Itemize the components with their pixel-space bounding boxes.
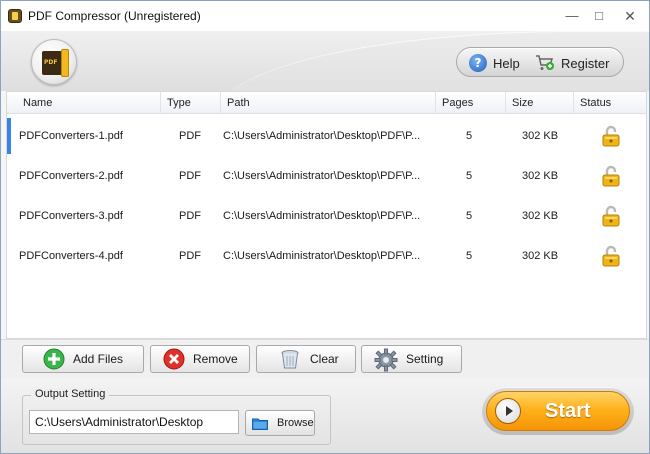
register-label: Register xyxy=(561,55,610,71)
trash-icon xyxy=(279,348,301,370)
start-label: Start xyxy=(545,399,591,422)
start-button[interactable]: Start xyxy=(486,391,630,431)
help-icon: ? xyxy=(469,54,487,72)
column-header-type[interactable]: Type xyxy=(160,92,220,114)
folder-icon xyxy=(252,417,268,430)
column-header-path[interactable]: Path xyxy=(220,92,433,114)
help-button[interactable]: ? Help xyxy=(469,52,520,74)
clamp-icon xyxy=(61,49,69,77)
window-title: PDF Compressor (Unregistered) xyxy=(28,9,201,23)
register-button[interactable]: Register xyxy=(535,52,609,74)
table-row[interactable]: PDFConverters-3.pdf PDF C:\Users\Adminis… xyxy=(7,196,646,236)
setting-label: Setting xyxy=(406,352,444,366)
cell-size: 302 KB xyxy=(522,130,559,142)
action-toolbar: Add Files Remove Clear Setting xyxy=(1,339,649,379)
cell-path: C:\Users\Administrator\Desktop\PDF\P... xyxy=(223,210,421,222)
table-row[interactable]: PDFConverters-2.pdf PDF C:\Users\Adminis… xyxy=(7,156,646,196)
app-window: PDF Compressor (Unregistered) — □ ✕ ? He… xyxy=(0,0,650,454)
column-header-size[interactable]: Size xyxy=(505,92,573,114)
minimize-button[interactable]: — xyxy=(560,7,584,25)
app-logo xyxy=(31,39,77,85)
cart-add-icon xyxy=(535,54,555,72)
cell-path: C:\Users\Administrator\Desktop\PDF\P... xyxy=(223,170,421,182)
cell-type: PDF xyxy=(179,210,201,222)
cell-size: 302 KB xyxy=(522,250,559,262)
cell-pages: 5 xyxy=(466,210,473,222)
add-files-button[interactable]: Add Files xyxy=(22,345,144,373)
help-label: Help xyxy=(493,55,520,71)
clear-button[interactable]: Clear xyxy=(256,345,356,373)
remove-icon xyxy=(163,348,185,370)
maximize-button[interactable]: □ xyxy=(587,7,611,25)
column-header-pages[interactable]: Pages xyxy=(435,92,505,114)
browse-button[interactable]: Browse xyxy=(245,410,315,436)
remove-button[interactable]: Remove xyxy=(150,345,250,373)
cell-type: PDF xyxy=(179,170,201,182)
unlocked-icon xyxy=(602,165,620,187)
clear-label: Clear xyxy=(310,352,339,366)
unlocked-icon xyxy=(602,125,620,147)
cell-type: PDF xyxy=(179,130,201,142)
cell-pages: 5 xyxy=(466,250,473,262)
output-setting-title: Output Setting xyxy=(31,388,110,400)
table-row[interactable]: PDFConverters-1.pdf PDF C:\Users\Adminis… xyxy=(7,116,646,156)
cell-path: C:\Users\Administrator\Desktop\PDF\P... xyxy=(223,250,421,262)
cell-name: PDFConverters-4.pdf xyxy=(19,250,123,262)
cell-size: 302 KB xyxy=(522,210,559,222)
app-icon xyxy=(8,9,22,23)
cell-type: PDF xyxy=(179,250,201,262)
cell-pages: 5 xyxy=(466,130,473,142)
column-header-status[interactable]: Status xyxy=(573,92,645,114)
start-button-frame: Start xyxy=(482,387,634,435)
cell-name: PDFConverters-1.pdf xyxy=(19,130,123,142)
browse-label: Browse xyxy=(277,417,314,429)
cell-name: PDFConverters-2.pdf xyxy=(19,170,123,182)
cell-name: PDFConverters-3.pdf xyxy=(19,210,123,222)
cell-pages: 5 xyxy=(466,170,473,182)
cell-path: C:\Users\Administrator\Desktop\PDF\P... xyxy=(223,130,421,142)
play-icon xyxy=(495,398,521,424)
unlocked-icon xyxy=(602,205,620,227)
remove-label: Remove xyxy=(193,352,238,366)
cell-size: 302 KB xyxy=(522,170,559,182)
gear-icon xyxy=(374,348,398,372)
add-files-label: Add Files xyxy=(73,352,124,366)
output-panel: Output Setting C:\Users\Administrator\De… xyxy=(1,379,649,453)
unlocked-icon xyxy=(602,245,620,267)
table-row[interactable]: PDFConverters-4.pdf PDF C:\Users\Adminis… xyxy=(7,236,646,276)
add-icon xyxy=(43,348,65,370)
column-header-name[interactable]: Name xyxy=(17,92,162,114)
close-button[interactable]: ✕ xyxy=(618,7,642,25)
table-header: Name Type Path Pages Size Status xyxy=(7,92,646,114)
pdf-book-icon xyxy=(42,51,62,75)
output-path-field[interactable]: C:\Users\Administrator\Desktop xyxy=(29,410,239,434)
output-setting-group: Output Setting C:\Users\Administrator\De… xyxy=(22,388,331,445)
header-banner: ? Help Register xyxy=(1,31,649,91)
setting-button[interactable]: Setting xyxy=(361,345,462,373)
file-table[interactable]: Name Type Path Pages Size Status PDFConv… xyxy=(6,91,647,339)
title-bar: PDF Compressor (Unregistered) — □ ✕ xyxy=(1,1,649,31)
header-button-group: ? Help Register xyxy=(456,47,624,77)
